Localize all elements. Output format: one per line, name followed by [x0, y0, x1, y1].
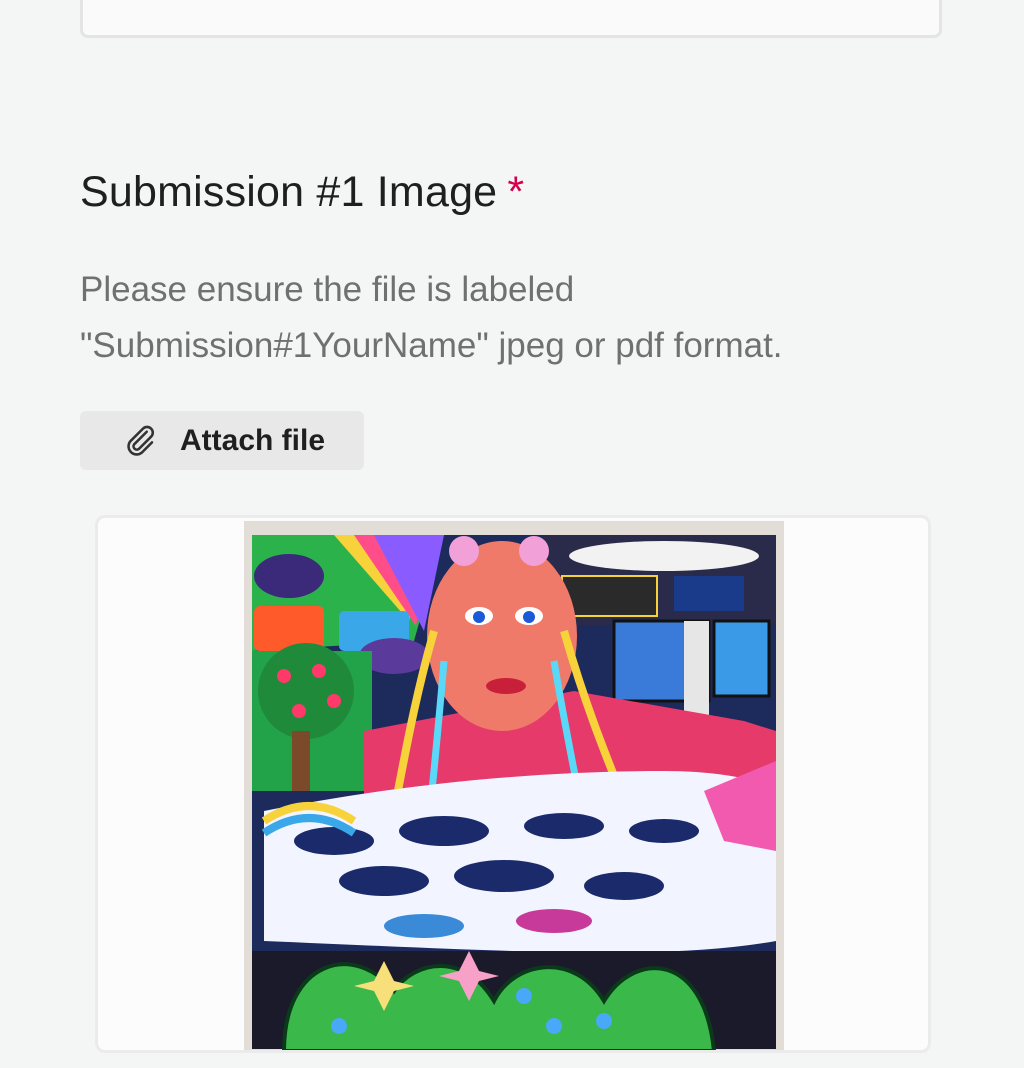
- question-description: Please ensure the file is labeled "Submi…: [80, 262, 940, 374]
- attachment-preview-card[interactable]: [95, 515, 931, 1053]
- attach-file-label: Attach file: [180, 424, 326, 457]
- previous-question-card: [80, 0, 942, 38]
- form-page: Submission #1 Image * Please ensure the f…: [0, 0, 1024, 1068]
- question-title-text: Submission #1 Image: [80, 168, 498, 216]
- attach-file-button[interactable]: Attach file: [80, 411, 364, 470]
- question-title: Submission #1 Image *: [80, 168, 524, 217]
- artwork-painting: [244, 521, 784, 1050]
- attached-image[interactable]: [244, 521, 784, 1050]
- description-line-2: "Submission#1YourName" jpeg or pdf forma…: [80, 326, 783, 365]
- paperclip-icon: [127, 425, 154, 456]
- required-marker: *: [507, 168, 525, 216]
- description-line-1: Please ensure the file is labeled: [80, 270, 575, 309]
